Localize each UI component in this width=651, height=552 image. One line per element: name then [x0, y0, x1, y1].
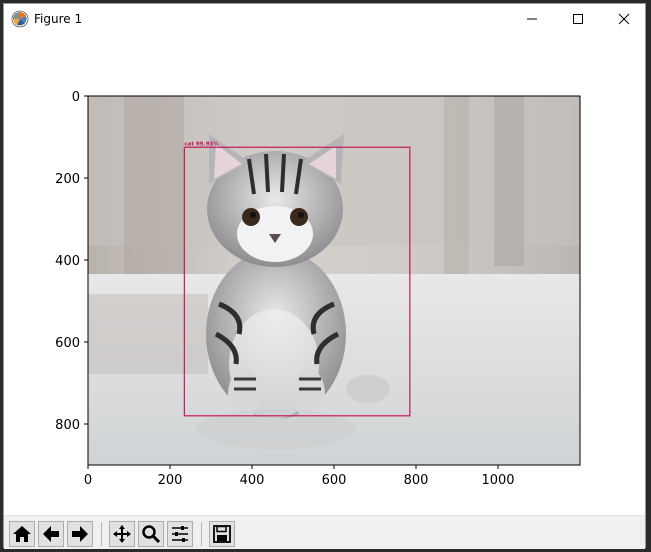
figure-canvas[interactable]: cat 99.93% 0 200 400 600 800 1000 0 200 400 600 8…: [4, 34, 645, 516]
save-button[interactable]: [209, 521, 235, 547]
home-icon: [13, 526, 31, 542]
plot-svg: cat 99.93% 0 200 400 600 800 1000 0 200 400 600 8…: [55, 90, 581, 488]
x-tick-label: 600: [322, 473, 347, 488]
navigation-toolbar: [4, 515, 645, 549]
maximize-button[interactable]: [555, 4, 601, 34]
minimize-button[interactable]: [509, 4, 555, 34]
x-axis: 0 200 400 600 800 1000: [84, 465, 515, 488]
move-icon: [113, 525, 131, 543]
sliders-icon: [172, 526, 188, 542]
x-tick-label: 1000: [481, 473, 514, 488]
back-button[interactable]: [38, 521, 64, 547]
matplotlib-icon: [11, 10, 29, 28]
title-bar[interactable]: Figure 1: [4, 4, 645, 34]
detection-label: cat 99.93%: [184, 141, 219, 147]
y-tick-label: 200: [55, 172, 80, 187]
arrow-right-icon: [72, 526, 88, 542]
minimize-icon: [527, 18, 537, 20]
close-button[interactable]: [601, 4, 647, 34]
toolbar-separator: [201, 522, 202, 546]
y-axis: 0 200 400 600 800: [55, 90, 88, 433]
maximize-icon: [573, 14, 583, 24]
y-tick-label: 600: [55, 336, 80, 351]
floppy-disk-icon: [213, 525, 231, 543]
figure-window: Figure 1 cat 99.93% 0 200 400 600 800 10…: [3, 3, 646, 549]
pan-button[interactable]: [109, 521, 135, 547]
close-icon: [618, 13, 630, 25]
x-tick-label: 0: [84, 473, 92, 488]
y-tick-label: 800: [55, 418, 80, 433]
kitten-photo: [88, 96, 580, 465]
y-tick-label: 0: [72, 90, 80, 105]
window-title: Figure 1: [34, 12, 83, 26]
y-tick-label: 400: [55, 254, 80, 269]
toolbar-separator: [101, 522, 102, 546]
forward-button[interactable]: [67, 521, 93, 547]
configure-subplots-button[interactable]: [167, 521, 193, 547]
x-tick-label: 800: [404, 473, 429, 488]
x-tick-label: 200: [158, 473, 183, 488]
magnifier-icon: [142, 525, 161, 544]
home-button[interactable]: [9, 521, 35, 547]
zoom-button[interactable]: [138, 521, 164, 547]
x-tick-label: 400: [240, 473, 265, 488]
arrow-left-icon: [43, 526, 59, 542]
